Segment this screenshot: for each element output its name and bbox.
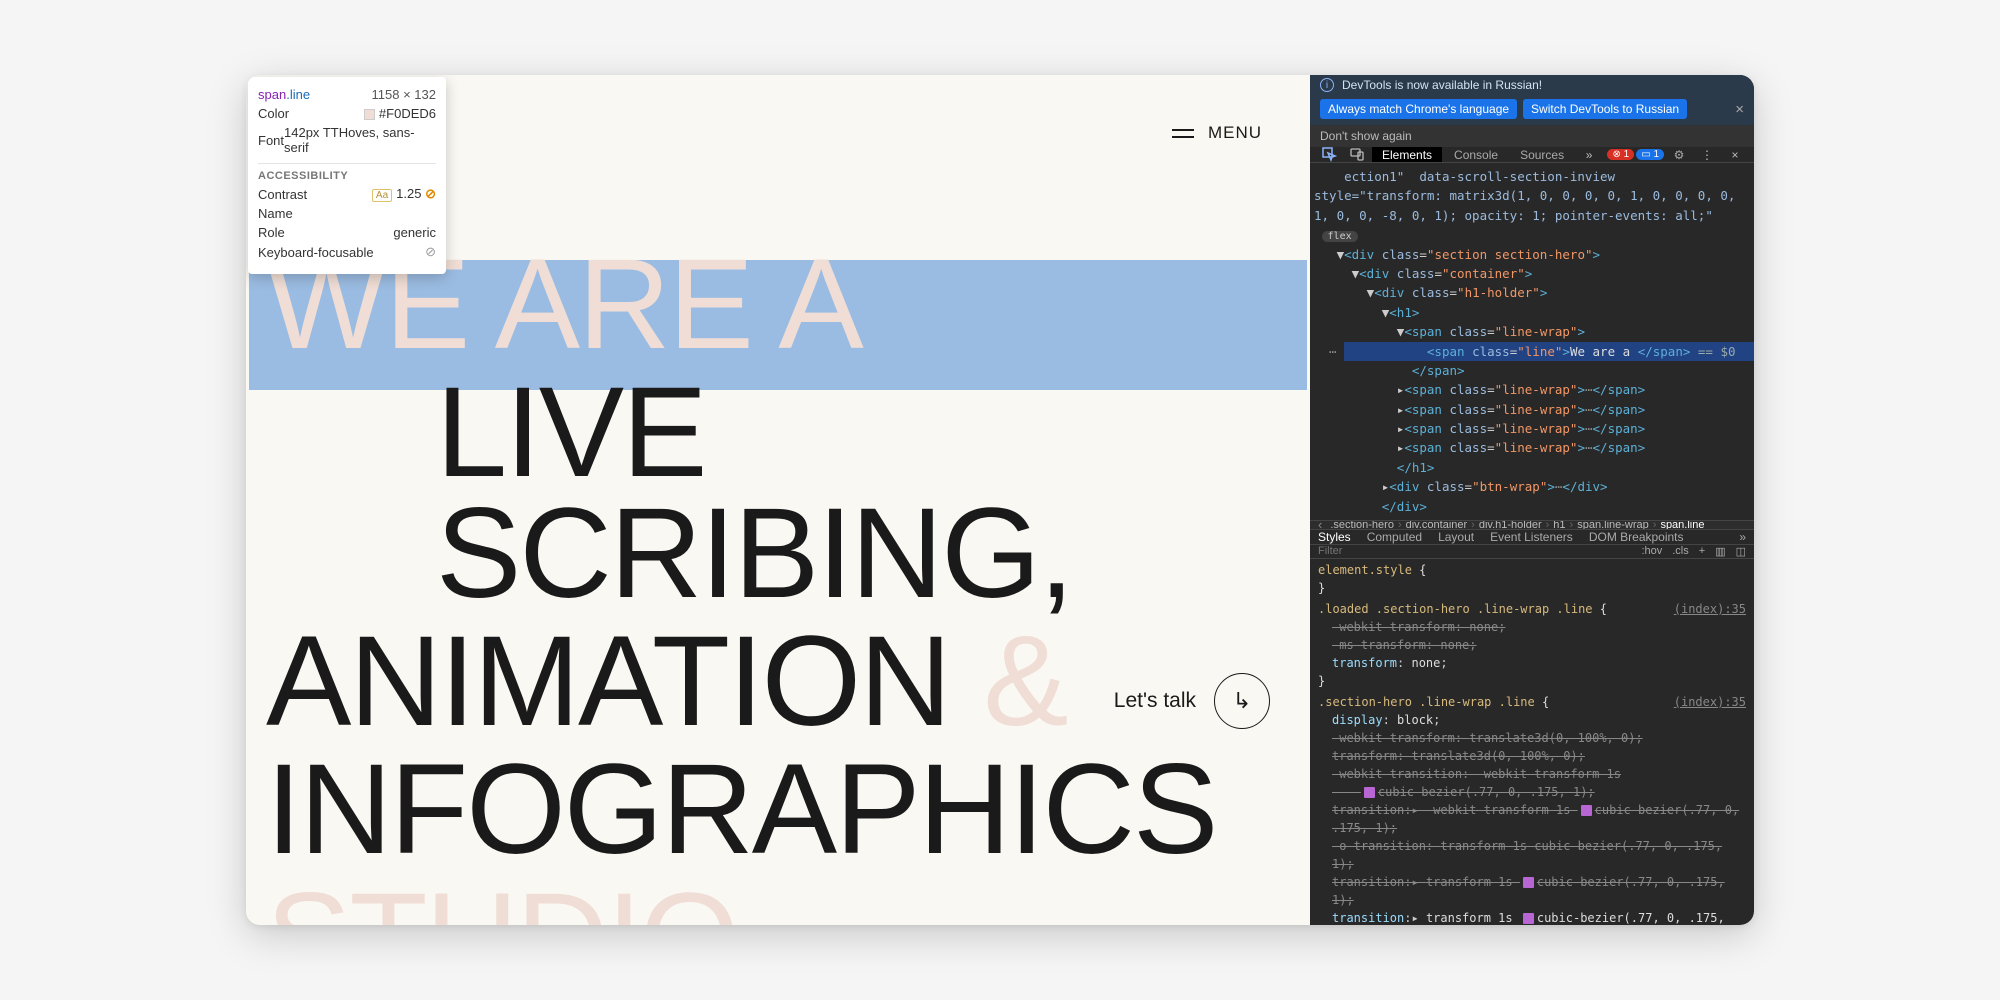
dom-breadcrumb[interactable]: ‹ .section-hero› div.container› div.h1-h…: [1310, 520, 1754, 530]
cls-toggle[interactable]: .cls: [1672, 545, 1689, 557]
tab-elements[interactable]: Elements: [1372, 147, 1442, 162]
not-focusable-icon: ⊘: [425, 244, 436, 260]
tab-sources[interactable]: Sources: [1510, 147, 1574, 162]
more-tabs-icon[interactable]: »: [1576, 147, 1602, 162]
more-subtabs-icon[interactable]: »: [1739, 530, 1746, 544]
bezier-swatch-icon[interactable]: [1581, 805, 1592, 816]
bezier-swatch-icon[interactable]: [1364, 787, 1375, 798]
subtab-event-listeners[interactable]: Event Listeners: [1490, 530, 1573, 544]
switch-language-button[interactable]: Switch DevTools to Russian: [1523, 99, 1687, 119]
warning-icon: ⊘: [425, 186, 436, 201]
new-rule-icon[interactable]: +: [1699, 545, 1705, 557]
hov-toggle[interactable]: :hov: [1641, 545, 1662, 557]
styles-filter-input[interactable]: [1318, 545, 1631, 557]
inspect-element-icon[interactable]: [1316, 147, 1342, 162]
hero-line-3b: &: [983, 610, 1066, 753]
subtab-styles[interactable]: Styles: [1318, 530, 1351, 544]
hero-line-4: INFOGRAPHICS: [266, 750, 1310, 870]
subtab-computed[interactable]: Computed: [1367, 530, 1422, 544]
settings-icon[interactable]: ⚙: [1666, 148, 1692, 162]
subtab-layout[interactable]: Layout: [1438, 530, 1474, 544]
hero-line-3a: ANIMATION: [266, 610, 983, 753]
bezier-swatch-icon[interactable]: [1523, 913, 1534, 924]
close-notice-button[interactable]: ×: [1735, 101, 1744, 118]
bezier-swatch-icon[interactable]: [1523, 877, 1534, 888]
page-viewport: MENU WE ARE A LIVE SCRIBING, ANIMATION &…: [246, 75, 1310, 925]
hero-line-5: STUDIO.: [266, 879, 1310, 925]
match-language-button[interactable]: Always match Chrome's language: [1320, 99, 1517, 119]
dom-tree[interactable]: ection1" data-scroll-section-inview styl…: [1310, 163, 1754, 520]
dont-show-again-button[interactable]: Don't show again: [1310, 125, 1754, 147]
tab-console[interactable]: Console: [1444, 147, 1508, 162]
error-count-badge[interactable]: ⊗ 1: [1607, 149, 1634, 160]
info-icon: i: [1320, 78, 1334, 92]
contrast-badge-icon: Aa: [372, 189, 392, 202]
menu-button[interactable]: MENU: [1208, 123, 1262, 143]
device-toggle-icon[interactable]: [1344, 147, 1370, 162]
hero-heading: WE ARE A LIVE SCRIBING, ANIMATION & INFO…: [266, 245, 1310, 925]
hamburger-icon[interactable]: [1172, 129, 1194, 138]
hero-line-2: LIVE SCRIBING,: [266, 373, 1310, 614]
devtools-panel: i DevTools is now available in Russian! …: [1310, 75, 1754, 925]
close-devtools-icon[interactable]: ×: [1722, 148, 1748, 162]
subtab-dom-breakpoints[interactable]: DOM Breakpoints: [1589, 530, 1684, 544]
breadcrumb-scroll-left-icon[interactable]: ‹: [1318, 520, 1326, 530]
inspector-tooltip: span.line 1158 × 132 Color #F0DED6 Font …: [248, 77, 446, 274]
styles-pane[interactable]: element.style { } .loaded .section-hero …: [1310, 559, 1754, 925]
styles-sidebar-icon[interactable]: ◫: [1736, 545, 1746, 558]
color-swatch-icon: [364, 109, 375, 120]
issues-count-badge[interactable]: ▭ 1: [1636, 149, 1664, 160]
kebab-menu-icon[interactable]: ⋮: [1694, 148, 1720, 162]
devtools-language-notice: DevTools is now available in Russian!: [1342, 78, 1542, 92]
computed-toggle-icon[interactable]: ▥: [1715, 545, 1725, 558]
